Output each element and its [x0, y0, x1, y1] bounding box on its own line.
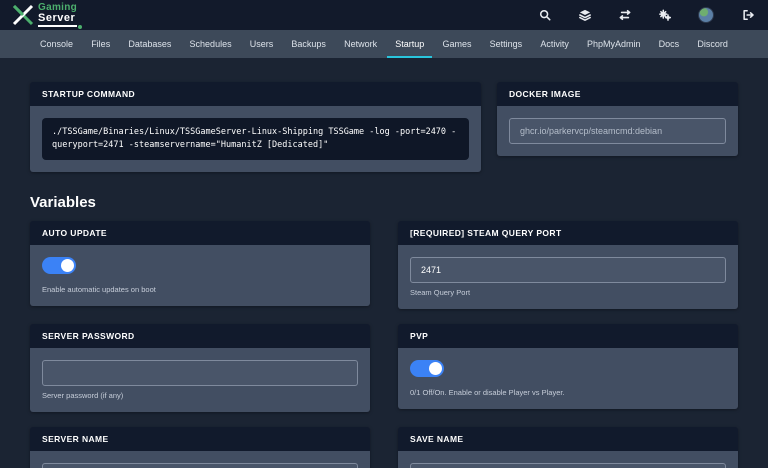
steam-query-port-input[interactable]: [410, 257, 726, 283]
startup-row: STARTUP COMMAND ./TSSGame/Binaries/Linux…: [30, 82, 738, 172]
variable-card-save-name: SAVE NAME Name of the save file (Default…: [398, 427, 738, 468]
topbar-icons: [538, 7, 754, 23]
brand-text: Gaming Server: [38, 3, 77, 27]
variable-description: Steam Query Port: [410, 288, 726, 297]
variable-card-server-name: SERVER NAME Name of the server: [30, 427, 370, 468]
tab-users[interactable]: Users: [246, 30, 278, 58]
variable-title: SERVER PASSWORD: [30, 324, 370, 348]
variable-card-pvp: PVP 0/1 Off/On. Enable or disable Player…: [398, 324, 738, 409]
brand-logo[interactable]: Gaming Server: [10, 3, 77, 27]
variables-heading: Variables: [30, 194, 738, 211]
transfer-arrows-icon[interactable]: [618, 9, 631, 22]
logout-icon[interactable]: [741, 9, 754, 22]
search-icon[interactable]: [538, 9, 551, 22]
variable-title: SERVER NAME: [30, 427, 370, 451]
server-password-input[interactable]: [42, 360, 358, 386]
save-name-input[interactable]: [410, 463, 726, 468]
auto-update-toggle[interactable]: [42, 257, 76, 274]
variable-card-steam-query-port: [REQUIRED] STEAM QUERY PORT Steam Query …: [398, 221, 738, 309]
tab-activity[interactable]: Activity: [536, 30, 573, 58]
user-avatar[interactable]: [698, 7, 714, 23]
brand-x-icon: [10, 3, 36, 27]
variables-grid: AUTO UPDATE Enable automatic updates on …: [30, 221, 738, 468]
gears-icon[interactable]: [658, 9, 671, 22]
tab-files[interactable]: Files: [87, 30, 114, 58]
tab-databases[interactable]: Databases: [124, 30, 175, 58]
docker-image-title: DOCKER IMAGE: [497, 82, 738, 106]
variable-title: SAVE NAME: [398, 427, 738, 451]
server-nav: Console Files Databases Schedules Users …: [0, 30, 768, 58]
server-name-input[interactable]: [42, 463, 358, 468]
tab-phpmyadmin[interactable]: PhpMyAdmin: [583, 30, 645, 58]
pvp-toggle[interactable]: [410, 360, 444, 377]
tab-backups[interactable]: Backups: [287, 30, 330, 58]
startup-command-value: ./TSSGame/Binaries/Linux/TSSGameServer-L…: [42, 118, 469, 160]
tab-games[interactable]: Games: [438, 30, 475, 58]
tab-settings[interactable]: Settings: [486, 30, 527, 58]
tab-schedules[interactable]: Schedules: [186, 30, 236, 58]
variable-description: Enable automatic updates on boot: [42, 285, 358, 294]
variable-description: Server password (if any): [42, 391, 358, 400]
top-bar: Gaming Server: [0, 0, 768, 30]
docker-image-card: DOCKER IMAGE: [497, 82, 738, 156]
variable-description: 0/1 Off/On. Enable or disable Player vs …: [410, 388, 726, 397]
variable-title: [REQUIRED] STEAM QUERY PORT: [398, 221, 738, 245]
tab-console[interactable]: Console: [36, 30, 77, 58]
variable-card-auto-update: AUTO UPDATE Enable automatic updates on …: [30, 221, 370, 306]
tab-network[interactable]: Network: [340, 30, 381, 58]
variable-title: PVP: [398, 324, 738, 348]
toggle-knob: [429, 362, 442, 375]
startup-command-card: STARTUP COMMAND ./TSSGame/Binaries/Linux…: [30, 82, 481, 172]
layers-icon[interactable]: [578, 9, 591, 22]
startup-page: STARTUP COMMAND ./TSSGame/Binaries/Linux…: [0, 58, 768, 468]
variable-card-server-password: SERVER PASSWORD Server password (if any): [30, 324, 370, 412]
variable-title: AUTO UPDATE: [30, 221, 370, 245]
docker-image-input[interactable]: [509, 118, 726, 144]
tab-discord[interactable]: Discord: [693, 30, 732, 58]
startup-command-title: STARTUP COMMAND: [30, 82, 481, 106]
tab-startup[interactable]: Startup: [391, 30, 428, 58]
tab-docs[interactable]: Docs: [655, 30, 684, 58]
brand-line2: Server: [38, 13, 77, 27]
toggle-knob: [61, 259, 74, 272]
